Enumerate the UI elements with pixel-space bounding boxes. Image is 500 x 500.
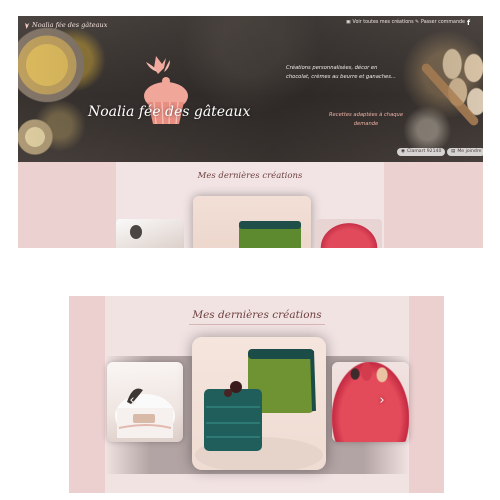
gallery-slide-previous[interactable] <box>116 219 184 248</box>
hero-overlay <box>18 16 483 162</box>
carousel-slide-active[interactable] <box>192 337 326 470</box>
gallery-title: Mes dernières créations <box>197 171 303 181</box>
gallery-carousel-screenshot: Mes dernières créations ‹ › <box>69 296 444 493</box>
location-badge[interactable]: ◉ Clamart 92140 <box>397 148 446 156</box>
title-divider <box>189 324 325 325</box>
green-cake-photo <box>239 221 301 248</box>
green-and-teal-cake-squares-photo <box>195 349 323 470</box>
nav-link-creations[interactable]: ▣ Voir toutes mes créations <box>346 20 414 25</box>
homepage-screenshot: Noalia fée des gâteaux ▣ Voir toutes mes… <box>18 16 483 248</box>
chat-icon: ▤ <box>451 149 456 154</box>
contact-badge-label: Me joindre <box>457 149 482 154</box>
pencil-icon: ✎ <box>415 20 420 25</box>
nav-link-order-label: Passer commande <box>421 20 465 25</box>
map-pin-icon: ◉ <box>401 149 406 154</box>
chevron-right-icon[interactable]: › <box>375 394 389 408</box>
white-cake-photo <box>115 388 175 438</box>
carousel-slide-next[interactable] <box>332 362 409 442</box>
contact-badge[interactable]: ▤ Me joindre <box>447 148 483 156</box>
hero-banner: Noalia fée des gâteaux ▣ Voir toutes mes… <box>18 16 483 162</box>
nav-link-order[interactable]: ✎ Passer commande <box>415 20 465 25</box>
carousel-slide-previous[interactable] <box>107 362 183 442</box>
chevron-left-icon[interactable]: ‹ <box>125 394 139 408</box>
gallery-slide-active[interactable] <box>193 196 311 248</box>
nav-logo[interactable]: Noalia fée des gâteaux <box>23 19 107 31</box>
fairy-icon <box>25 22 30 29</box>
hero-subtagline: Recettes adaptées à chaque demande <box>328 112 404 127</box>
nav-link-creations-label: Voir toutes mes créations <box>352 20 414 25</box>
camera-icon: ▣ <box>346 20 351 25</box>
carousel-title: Mes dernières créations <box>192 309 322 321</box>
location-badge-label: Clamart 92140 <box>407 149 442 154</box>
brand-name: Noalia fée des gâteaux <box>88 104 251 120</box>
facebook-icon[interactable]: f <box>467 19 470 27</box>
nav-logo-text: Noalia fée des gâteaux <box>32 21 108 29</box>
hero-tagline: Créations personnalisées, décor en choco… <box>286 65 396 80</box>
gallery-slide-next[interactable] <box>316 219 382 248</box>
